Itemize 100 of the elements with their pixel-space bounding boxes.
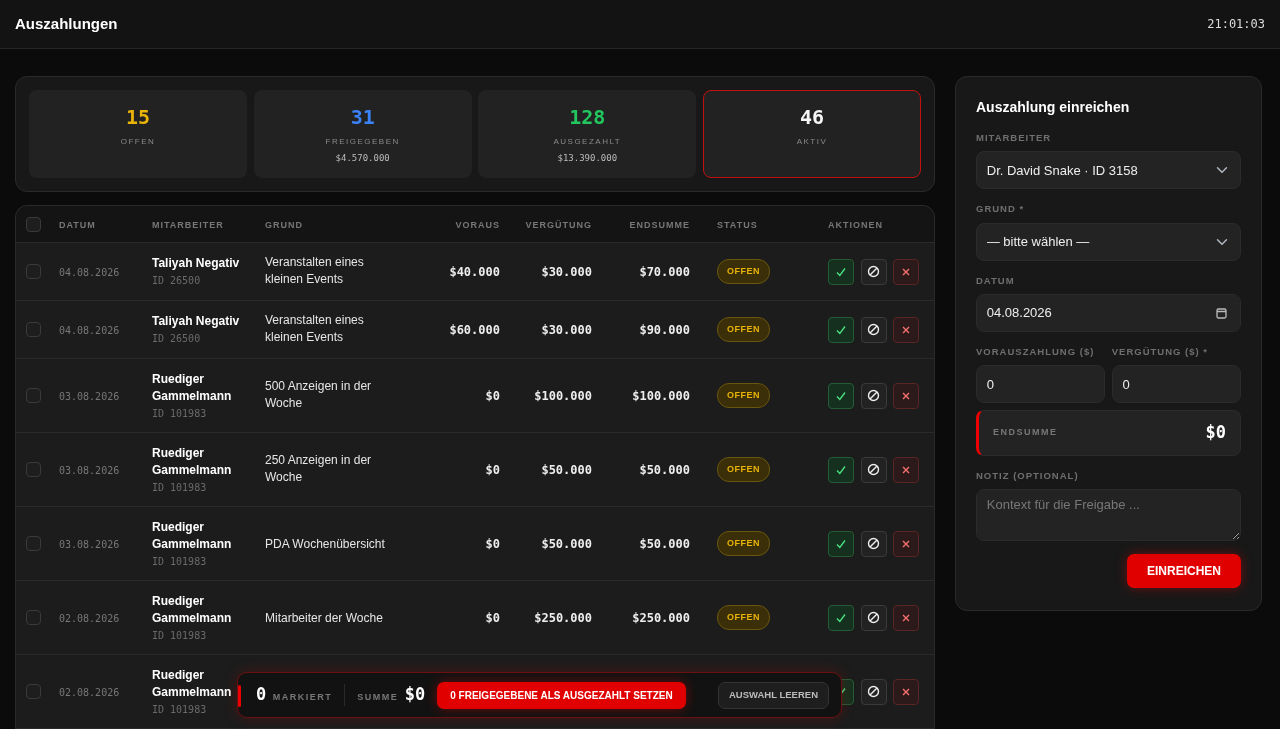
pay-input[interactable]: 0: [1111, 365, 1241, 403]
employee-select[interactable]: Dr. David Snake · ID 3158: [976, 151, 1241, 190]
calendar-icon: [1216, 306, 1227, 319]
note-field[interactable]: Kontext für die Freigabe ...: [976, 488, 1241, 541]
mark-paid-button[interactable]: 0 FREIGEGEBENE ALS AUSGEZAHLT SETZEN: [437, 681, 686, 709]
amount-cell: $90.000: [639, 322, 690, 337]
date-cell: 03.08.2026: [59, 538, 120, 550]
delete-button[interactable]: [893, 456, 919, 483]
advance-input[interactable]: 0: [976, 365, 1106, 403]
row-checkbox[interactable]: [26, 322, 41, 337]
stat-tile[interactable]: 128 AUSGEZAHLT $13.390.000: [478, 90, 697, 178]
employee-id: ID 101983: [152, 480, 208, 495]
check-icon: [835, 537, 847, 550]
stat-value: 31: [349, 105, 376, 129]
delete-button[interactable]: [893, 530, 919, 557]
amount-cell: $100.000: [534, 388, 592, 403]
reason-cell-text: 500 Anzeigen in der Woche: [265, 378, 373, 413]
status-badge: OFFEN: [717, 258, 770, 285]
block-button[interactable]: [860, 382, 887, 409]
close-icon: [902, 267, 910, 276]
approve-button[interactable]: [828, 316, 854, 343]
field-label: DATUM: [976, 273, 1016, 288]
date-cell: 03.08.2026: [59, 464, 120, 476]
approve-button[interactable]: [828, 604, 854, 631]
date-field[interactable]: 04.08.2026: [976, 293, 1241, 332]
employee-id: ID 101983: [152, 628, 208, 643]
row-checkbox[interactable]: [26, 610, 41, 625]
clear-selection-button[interactable]: AUSWAHL LEEREN: [717, 681, 829, 709]
stat-tile[interactable]: 46 AKTIV: [702, 90, 921, 178]
block-button[interactable]: [860, 604, 887, 631]
stat-tile[interactable]: 31 FREIGEGEBEN $4.570.000: [253, 90, 472, 178]
select-all-checkbox[interactable]: [26, 216, 41, 232]
delete-button[interactable]: [893, 678, 919, 705]
reason-cell-text: Veranstalten eines kleinen Events: [265, 312, 365, 347]
amount-cell: $30.000: [541, 322, 592, 337]
total-value: $0: [1205, 420, 1226, 444]
employee-name: Ruediger Gammelmann: [152, 518, 233, 553]
check-icon: [835, 323, 847, 336]
block-button[interactable]: [860, 316, 887, 343]
stat-value: 15: [125, 105, 152, 129]
delete-button[interactable]: [893, 316, 919, 343]
check-icon: [835, 463, 847, 476]
status-badge: OFFEN: [717, 382, 770, 409]
date-cell: 04.08.2026: [59, 324, 120, 336]
block-button[interactable]: [860, 258, 887, 285]
sum-value: $0: [404, 683, 426, 707]
block-button[interactable]: [860, 530, 887, 557]
field-label: NOTIZ (OPTIONAL): [976, 468, 1080, 483]
stat-value: 128: [568, 105, 607, 129]
block-button[interactable]: [860, 678, 887, 705]
count-label: MARKIERT: [272, 691, 333, 705]
reason-cell: PDA Wochenübersicht: [265, 535, 385, 553]
status-badge: OFFEN: [717, 316, 770, 343]
close-icon: [902, 613, 910, 622]
stat-label: FREIGEGEBEN: [324, 136, 401, 148]
row-checkbox[interactable]: [26, 264, 41, 279]
column-header: VORAUS: [455, 220, 500, 231]
date-cell: 04.08.2026: [59, 266, 120, 278]
row-checkbox[interactable]: [26, 388, 41, 403]
delete-button[interactable]: [893, 382, 919, 409]
employee-id: ID 101983: [152, 406, 208, 421]
row-checkbox[interactable]: [26, 462, 41, 477]
reason-select[interactable]: — bitte wählen —: [976, 222, 1241, 261]
column-header: DATUM: [59, 220, 96, 231]
slash-circle-icon: [867, 323, 880, 336]
approve-button[interactable]: [828, 456, 854, 483]
row-checkbox[interactable]: [26, 536, 41, 551]
block-button[interactable]: [860, 456, 887, 483]
employee-id: ID 101983: [152, 702, 208, 717]
close-icon: [902, 539, 910, 548]
check-icon: [835, 389, 847, 402]
amount-cell: $250.000: [632, 610, 690, 625]
status-badge: OFFEN: [717, 530, 770, 557]
approve-button[interactable]: [828, 382, 854, 409]
approve-button[interactable]: [828, 258, 854, 285]
close-icon: [902, 325, 910, 334]
page-title: Auszahlungen: [15, 13, 118, 34]
stat-tile[interactable]: 15 OFFEN: [29, 90, 248, 178]
reason-cell: Mitarbeiter der Woche: [265, 609, 383, 627]
employee-id: ID 26500: [152, 274, 202, 288]
amount-cell: $0: [485, 462, 500, 477]
status-badge: OFFEN: [717, 456, 770, 483]
delete-button[interactable]: [893, 604, 919, 631]
amount-cell: $50.000: [639, 462, 690, 477]
slash-circle-icon: [867, 685, 880, 698]
column-header: AKTIONEN: [828, 220, 883, 231]
row-checkbox[interactable]: [26, 684, 41, 699]
amount-cell: $0: [485, 388, 500, 403]
sum-label: SUMME: [357, 691, 399, 705]
field-label: GRUND *: [976, 202, 1026, 217]
submit-button[interactable]: EINREICHEN: [1127, 553, 1241, 588]
amount-cell: $0: [485, 610, 500, 625]
amount-cell: $50.000: [541, 536, 592, 551]
column-header: GRUND: [265, 220, 303, 231]
approve-button[interactable]: [828, 530, 854, 557]
delete-button[interactable]: [893, 258, 919, 285]
amount-cell: $250.000: [534, 610, 592, 625]
amount-cell: $70.000: [639, 264, 690, 279]
close-icon: [902, 465, 910, 474]
employee-name: Ruediger Gammelmann: [152, 370, 233, 405]
